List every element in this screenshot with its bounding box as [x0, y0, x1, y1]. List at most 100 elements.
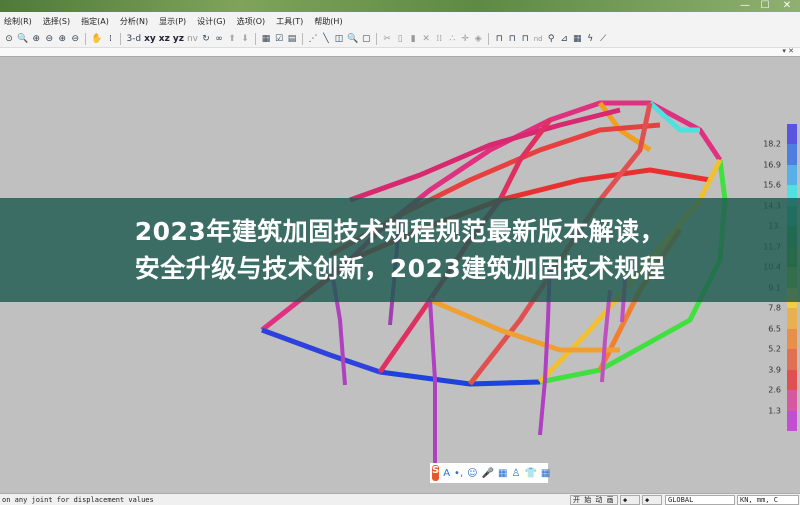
zoom-plus-icon[interactable]: ⊕ [57, 34, 67, 44]
view-title-bar: ▾ ✕ [0, 47, 800, 57]
view-xz-button[interactable]: xz [159, 34, 170, 44]
menu-item[interactable]: 帮助(H) [314, 16, 342, 27]
ime-tool[interactable]: A [443, 468, 450, 479]
up-arrow-icon[interactable]: ⬆ [227, 34, 237, 44]
menu-item[interactable]: 选项(O) [237, 16, 266, 27]
legend-swatch [787, 308, 797, 330]
overlay-banner: 2023年建筑加固技术规程规范最新版本解读， 安全升级与技术创新，2023建筑加… [0, 198, 800, 302]
ime-tool[interactable]: 👕 [524, 468, 536, 479]
frame-member[interactable] [428, 299, 437, 470]
ime-tool[interactable]: 🎤 [482, 468, 494, 479]
nd-button[interactable]: nd [533, 35, 543, 43]
menu-item[interactable]: 设计(G) [197, 16, 225, 27]
shell-icon[interactable]: ⊓ [520, 34, 530, 44]
legend-label: 1.3 [768, 406, 781, 416]
grid-icon[interactable]: ▦ [261, 34, 271, 44]
select-point-icon[interactable]: ⋰ [308, 34, 318, 44]
delete-icon[interactable]: ✕ [421, 34, 431, 44]
prev-button[interactable]: ◆ [620, 495, 640, 505]
frame-member[interactable] [261, 327, 381, 375]
lightning-icon[interactable]: ϟ [585, 34, 595, 44]
menu-item[interactable]: 绘制(R) [4, 16, 32, 27]
ime-tool[interactable]: ☺ [467, 468, 477, 479]
status-message: on any joint for displacement values [2, 496, 154, 504]
checkbox-icon[interactable]: ☑ [274, 34, 284, 44]
view-3d-button[interactable]: 3-d [126, 34, 141, 44]
background-photo-strip: — ☐ ✕ [0, 0, 800, 12]
perspective-icon[interactable]: ∞ [214, 34, 224, 44]
replicate-icon[interactable]: ⁞⁞ [434, 34, 444, 44]
maximize-button[interactable]: ☐ [755, 0, 775, 12]
legend-swatch [787, 349, 797, 371]
run-icon[interactable]: ⊙ [4, 34, 14, 44]
copy-icon[interactable]: ▯ [395, 34, 405, 44]
move-icon[interactable]: ✛ [460, 34, 470, 44]
frame-member[interactable] [379, 369, 541, 387]
table-icon[interactable]: ▦ [572, 34, 582, 44]
legend-swatch [787, 328, 797, 350]
legend-label: 2.6 [768, 385, 781, 395]
zoom-minus-icon[interactable]: ⊖ [70, 34, 80, 44]
zoom-out-icon[interactable]: ⊖ [44, 34, 54, 44]
start-animation-button[interactable]: 开 始 动 画 [570, 495, 618, 505]
paste-icon[interactable]: ▮ [408, 34, 418, 44]
legend-swatch [787, 144, 797, 166]
eraser-icon[interactable]: ◈ [473, 34, 483, 44]
menu-item[interactable]: 显示(P) [159, 16, 186, 27]
legend-label: 18.2 [763, 139, 781, 149]
pan-icon[interactable]: ✋ [91, 34, 102, 44]
legend-label: 3.9 [768, 365, 781, 375]
rotate-icon[interactable]: ↻ [201, 34, 211, 44]
menu-item[interactable]: 指定(A) [81, 16, 109, 27]
zoom-in-icon[interactable]: ⊕ [31, 34, 41, 44]
frame-icon[interactable]: ⊓ [494, 34, 504, 44]
ime-tool[interactable]: ♙ [511, 468, 520, 479]
menu-item[interactable]: 选择(S) [43, 16, 70, 27]
units-select[interactable]: KN, mm, C [737, 495, 799, 505]
divide-icon[interactable]: ∴ [447, 34, 457, 44]
menu-item[interactable]: 工具(T) [276, 16, 303, 27]
load-icon[interactable]: ⊿ [559, 34, 569, 44]
banner-line-2: 安全升级与技术创新，2023建筑加固技术规程 [134, 254, 666, 283]
legend-label: 16.9 [763, 160, 781, 170]
zoom-window-icon[interactable]: 🔍 [17, 34, 28, 44]
view-yz-button[interactable]: yz [173, 34, 184, 44]
menu-item[interactable]: 分析(N) [120, 16, 148, 27]
ime-tool[interactable]: ▦ [541, 468, 550, 479]
restraint-icon[interactable]: ⚲ [546, 34, 556, 44]
ime-logo[interactable]: S [432, 465, 440, 481]
ime-tool[interactable]: ▦ [498, 468, 507, 479]
minimize-button[interactable]: — [735, 0, 755, 12]
toolbar: ⊙ 🔍 ⊕ ⊖ ⊕ ⊖ ✋ ⁞ 3-d xy xz yz nv ↻ ∞ ⬆ ⬇ … [0, 30, 800, 48]
dots-icon[interactable]: ⁞ [105, 34, 115, 44]
status-bar: on any joint for displacement values 开 始… [0, 493, 800, 505]
legend-label: 5.2 [768, 344, 781, 354]
legend-swatch [787, 369, 797, 391]
legend-label: 7.8 [768, 303, 781, 313]
select-box-icon[interactable]: ◫ [334, 34, 344, 44]
next-button[interactable]: ◆ [642, 495, 662, 505]
down-arrow-icon[interactable]: ⬇ [240, 34, 250, 44]
search-icon[interactable]: 🔍 [347, 34, 358, 44]
cut-icon[interactable]: ✂ [382, 34, 392, 44]
chart-icon[interactable]: ⟋ [598, 34, 608, 44]
select-icon[interactable]: ▤ [287, 34, 297, 44]
select-all-icon[interactable]: ▢ [361, 34, 371, 44]
legend-swatch [787, 390, 797, 412]
banner-line-1: 2023年建筑加固技术规程规范最新版本解读， [134, 217, 666, 246]
menu-bar: 绘制(R) 选择(S) 指定(A) 分析(N) 显示(P) 设计(G) 选项(O) 工具(T)… [0, 12, 800, 30]
ime-toolbar: S A •, ☺ 🎤 ▦ ♙ 👕 ▦ [430, 463, 550, 483]
select-line-icon[interactable]: ╲ [321, 34, 331, 44]
ime-tool[interactable]: •, [454, 468, 463, 479]
close-button[interactable]: ✕ [777, 0, 797, 12]
coord-system-select[interactable]: GLOBAL [665, 495, 735, 505]
legend-label: 15.6 [763, 180, 781, 190]
legend-swatch [787, 410, 797, 432]
close-view-icon[interactable]: ▾ ✕ [782, 47, 794, 55]
legend-label: 6.5 [768, 324, 781, 334]
truss-icon[interactable]: ⊓ [507, 34, 517, 44]
view-xy-button[interactable]: xy [144, 34, 156, 44]
legend-swatch [787, 124, 797, 145]
legend-swatch [787, 164, 797, 186]
view-nv-button[interactable]: nv [187, 34, 198, 44]
